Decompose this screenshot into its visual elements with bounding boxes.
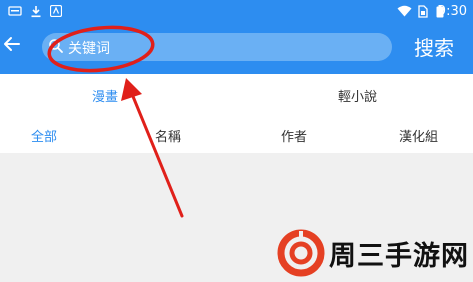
search-input[interactable]: 关键词 <box>42 33 392 61</box>
search-filter-bar: 全部 名稱 作者 漢化組 <box>0 117 473 153</box>
watermark: 周三手游网 <box>276 228 473 278</box>
app-icon <box>50 5 62 17</box>
filter-author[interactable]: 作者 <box>281 126 307 145</box>
tab-manga[interactable]: 漫畫 <box>92 86 118 105</box>
search-icon <box>49 39 63 53</box>
tab-light-novel[interactable]: 輕小說 <box>338 86 377 105</box>
filter-translation-group[interactable]: 漢化組 <box>399 126 438 145</box>
arrow-left-icon <box>4 37 20 51</box>
filter-all[interactable]: 全部 <box>31 126 57 145</box>
download-icon <box>31 6 41 18</box>
wifi-icon <box>397 5 412 17</box>
app-header: 9:30 关键词 搜索 <box>0 0 473 74</box>
search-input-text: 关键词 <box>68 41 110 57</box>
status-bar: 9:30 <box>0 0 473 24</box>
sim-icon <box>418 5 428 18</box>
back-button[interactable] <box>2 34 22 54</box>
status-time: 9:30 <box>437 4 467 19</box>
watermark-logo-icon <box>277 229 325 277</box>
keyboard-icon <box>8 6 22 16</box>
watermark-text: 周三手游网 <box>329 241 469 272</box>
filter-name[interactable]: 名稱 <box>155 126 181 145</box>
category-tabs: 漫畫 輕小說 <box>0 74 473 117</box>
search-button[interactable]: 搜索 <box>414 35 454 61</box>
